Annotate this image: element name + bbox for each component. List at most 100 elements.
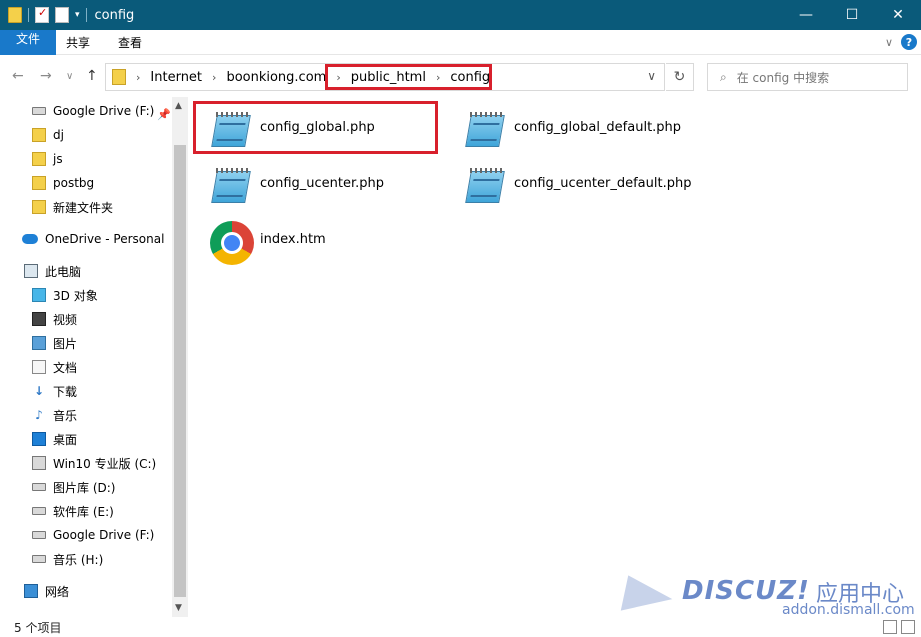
sidebar-item-videos[interactable]: 视频 bbox=[32, 307, 77, 331]
onedrive-cloud-icon bbox=[22, 234, 38, 244]
sidebar-item-label: 视频 bbox=[53, 312, 78, 327]
sidebar-item-network[interactable]: 网络 bbox=[24, 579, 69, 603]
notepad-icon bbox=[208, 165, 252, 207]
file-item-config-ucenter-default[interactable]: config_ucenter_default.php bbox=[462, 165, 691, 207]
music-icon: ♪ bbox=[35, 408, 43, 422]
folder-icon bbox=[8, 7, 22, 23]
window-title: config bbox=[94, 7, 135, 23]
divider bbox=[85, 8, 87, 22]
back-arrow-icon[interactable]: ← bbox=[12, 68, 24, 84]
scroll-up-icon[interactable]: ▲ bbox=[175, 101, 182, 111]
sidebar-item-drive-d[interactable]: 图片库 (D:) bbox=[32, 475, 115, 499]
sidebar-item-js[interactable]: js bbox=[32, 147, 63, 171]
breadcrumb-highlight-box bbox=[325, 64, 492, 90]
item-count: 5 个项目 bbox=[14, 620, 62, 635]
ribbon-collapse-icon[interactable]: ∨ bbox=[885, 36, 893, 49]
breadcrumb-separator[interactable]: › bbox=[212, 71, 216, 84]
sidebar-item-label: 图片 bbox=[53, 336, 78, 351]
scroll-down-icon[interactable]: ▼ bbox=[175, 603, 182, 613]
tab-share[interactable]: 共享 bbox=[52, 30, 104, 55]
search-input[interactable]: ⌕ 在 config 中搜索 bbox=[707, 63, 908, 91]
address-dropdown-icon[interactable]: ∨ bbox=[647, 69, 656, 83]
file-name: config_global_default.php bbox=[514, 120, 682, 135]
folder-icon bbox=[32, 176, 46, 190]
video-icon bbox=[32, 312, 46, 326]
sidebar-item-google-drive-f[interactable]: Google Drive (F:) bbox=[32, 99, 154, 123]
minimize-button[interactable]: — bbox=[783, 0, 829, 30]
sidebar-item-label: 3D 对象 bbox=[53, 288, 98, 303]
sidebar-item-postbg[interactable]: postbg bbox=[32, 171, 94, 195]
sidebar-item-this-pc[interactable]: 此电脑 bbox=[24, 259, 81, 283]
network-icon bbox=[24, 584, 38, 598]
drive-icon bbox=[32, 555, 46, 563]
scrollbar-thumb[interactable] bbox=[174, 145, 186, 597]
sidebar-item-3d-objects[interactable]: 3D 对象 bbox=[32, 283, 98, 307]
sidebar-item-label: 下载 bbox=[53, 384, 78, 399]
sidebar-item-drive-c[interactable]: Win10 专业版 (C:) bbox=[32, 451, 156, 475]
sidebar-item-label: 新建文件夹 bbox=[53, 200, 114, 215]
file-item-index-htm[interactable]: index.htm bbox=[210, 221, 326, 265]
download-icon: ↓ bbox=[33, 384, 45, 398]
drive-icon bbox=[32, 531, 46, 539]
sidebar-item-music[interactable]: ♪ 音乐 bbox=[32, 403, 77, 427]
sidebar-scrollbar[interactable]: ▲ ▼ bbox=[172, 97, 188, 617]
help-icon[interactable]: ? bbox=[901, 34, 917, 50]
file-item-config-global-default[interactable]: config_global_default.php bbox=[462, 109, 681, 151]
notepad-icon bbox=[462, 165, 506, 207]
this-pc-icon bbox=[24, 264, 38, 278]
desktop-icon bbox=[32, 432, 46, 446]
properties-icon[interactable] bbox=[35, 6, 49, 23]
sidebar-item-label: 音乐 (H:) bbox=[53, 552, 104, 567]
breadcrumb-internet[interactable]: Internet bbox=[150, 70, 202, 85]
sidebar-item-pictures[interactable]: 图片 bbox=[32, 331, 77, 355]
paper-plane-icon bbox=[620, 575, 676, 621]
new-folder-icon[interactable] bbox=[55, 7, 69, 23]
pin-icon[interactable]: 📌 bbox=[157, 108, 171, 121]
sidebar-item-label: 网络 bbox=[45, 584, 70, 599]
drive-icon bbox=[32, 507, 46, 515]
sidebar-item-drive-e[interactable]: 软件库 (E:) bbox=[32, 499, 114, 523]
sidebar-item-desktop[interactable]: 桌面 bbox=[32, 427, 77, 451]
tab-file[interactable]: 文件 bbox=[0, 29, 57, 55]
file-name: config_ucenter.php bbox=[260, 176, 385, 191]
sidebar-item-dj[interactable]: dj bbox=[32, 123, 64, 147]
folder-icon bbox=[32, 152, 46, 166]
sidebar-item-label: 文档 bbox=[53, 360, 78, 375]
sidebar-item-documents[interactable]: 文档 bbox=[32, 355, 77, 379]
sidebar-item-label: 桌面 bbox=[53, 432, 78, 447]
folder-icon bbox=[32, 128, 46, 142]
sidebar-item-label: Win10 专业版 (C:) bbox=[53, 456, 157, 471]
customize-toolbar-icon[interactable]: ▾ bbox=[75, 10, 80, 20]
quick-access-toolbar: ▾ bbox=[0, 6, 87, 23]
documents-icon bbox=[32, 360, 46, 374]
recent-locations-icon[interactable]: ∨ bbox=[66, 71, 73, 82]
sidebar-item-new-folder[interactable]: 新建文件夹 bbox=[32, 195, 113, 219]
drive-icon bbox=[32, 107, 46, 115]
file-name: config_ucenter_default.php bbox=[514, 176, 692, 191]
navigation-pane: Google Drive (F:) dj js postbg 新建文件夹 One… bbox=[0, 97, 188, 617]
sidebar-item-label: 此电脑 bbox=[45, 264, 82, 279]
tab-view[interactable]: 查看 bbox=[104, 30, 156, 55]
maximize-button[interactable]: ☐ bbox=[829, 0, 875, 30]
close-button[interactable]: ✕ bbox=[875, 0, 921, 30]
sidebar-item-onedrive[interactable]: OneDrive - Personal bbox=[22, 227, 164, 251]
folder-icon bbox=[32, 200, 46, 214]
folder-icon bbox=[112, 69, 126, 85]
search-icon: ⌕ bbox=[720, 69, 727, 84]
chrome-icon bbox=[210, 221, 254, 265]
sidebar-item-label: postbg bbox=[53, 176, 95, 190]
forward-arrow-icon[interactable]: → bbox=[40, 68, 52, 84]
up-arrow-icon[interactable]: ↑ bbox=[86, 68, 98, 84]
watermark-url: addon.dismall.com bbox=[782, 602, 915, 618]
sidebar-item-downloads[interactable]: ↓ 下载 bbox=[32, 379, 77, 403]
sidebar-item-label: dj bbox=[53, 128, 64, 142]
file-highlight-box bbox=[193, 101, 438, 154]
refresh-icon[interactable]: ↻ bbox=[666, 63, 694, 91]
sidebar-item-drive-h[interactable]: 音乐 (H:) bbox=[32, 547, 103, 571]
sidebar-item-label: 音乐 bbox=[53, 408, 78, 423]
file-item-config-ucenter[interactable]: config_ucenter.php bbox=[208, 165, 384, 207]
sidebar-item-label: 图片库 (D:) bbox=[53, 480, 116, 495]
sidebar-item-drive-f[interactable]: Google Drive (F:) bbox=[32, 523, 154, 547]
sidebar-item-label: Google Drive (F:) bbox=[53, 104, 155, 118]
breadcrumb-boonkiong[interactable]: boonkiong.com bbox=[226, 70, 326, 85]
